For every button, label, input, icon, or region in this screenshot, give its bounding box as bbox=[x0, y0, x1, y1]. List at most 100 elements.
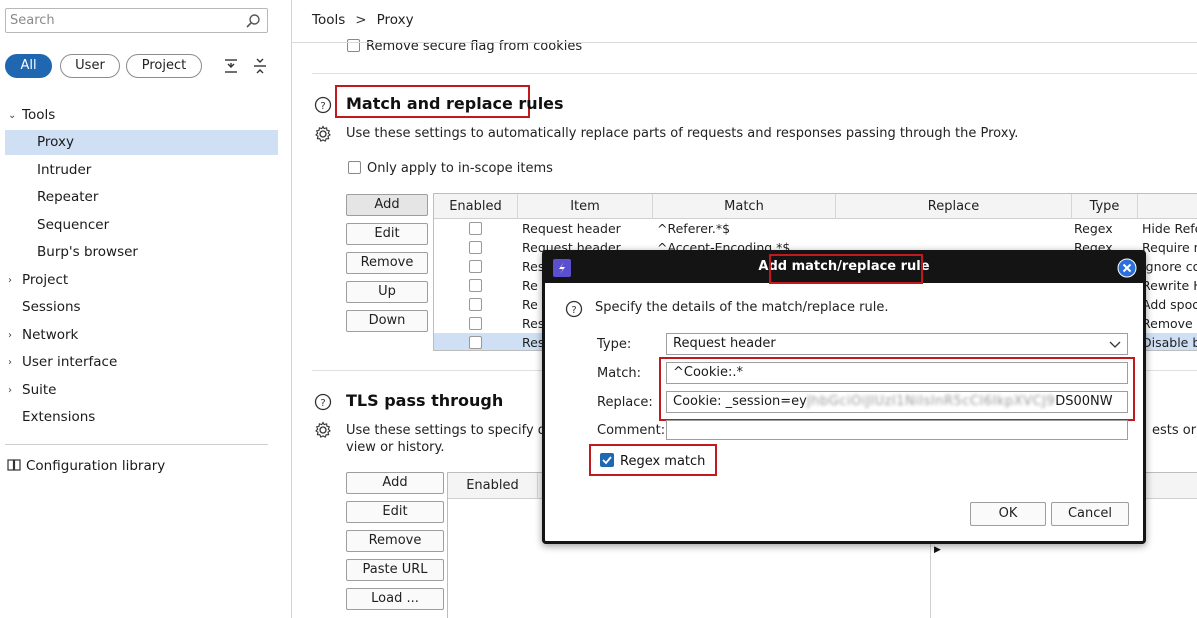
enabled-checkbox[interactable] bbox=[469, 298, 482, 311]
replace-value-suffix: DS00NW bbox=[1055, 394, 1113, 409]
tree-label: Sequencer bbox=[37, 217, 110, 233]
tree-item-extensions[interactable]: Extensions bbox=[5, 405, 278, 430]
svg-text:?: ? bbox=[571, 305, 576, 316]
breadcrumb-root[interactable]: Tools bbox=[312, 12, 345, 28]
gear-icon[interactable] bbox=[314, 125, 332, 143]
edit-rule-button[interactable]: Edit bbox=[346, 223, 428, 245]
enabled-checkbox[interactable] bbox=[469, 279, 482, 292]
tree-item-tools[interactable]: ⌄ Tools bbox=[5, 103, 278, 128]
tls-paste-url-button[interactable]: Paste URL bbox=[346, 559, 444, 581]
configuration-library-label: Configuration library bbox=[26, 458, 166, 474]
ok-button[interactable]: OK bbox=[970, 502, 1046, 526]
column-header-enabled[interactable]: Enabled bbox=[448, 473, 538, 499]
filter-project-button[interactable]: Project bbox=[126, 54, 202, 78]
chevron-down-icon bbox=[1109, 341, 1121, 348]
help-icon[interactable]: ? bbox=[565, 300, 583, 318]
tls-add-button[interactable]: Add bbox=[346, 472, 444, 494]
settings-sidebar: All User Project ⌄ Tools Proxy Intruder … bbox=[0, 0, 292, 618]
regex-match-checkbox[interactable]: Regex match bbox=[600, 453, 705, 469]
tree-item-sessions[interactable]: Sessions bbox=[5, 295, 278, 320]
enabled-checkbox[interactable] bbox=[469, 222, 482, 235]
tls-load-button[interactable]: Load ... bbox=[346, 588, 444, 610]
cell-comment: Hide Refe bbox=[1142, 221, 1197, 236]
cancel-button[interactable]: Cancel bbox=[1051, 502, 1129, 526]
cell-comment: Add spoo bbox=[1142, 297, 1197, 312]
match-value: ^Cookie:.* bbox=[673, 365, 744, 380]
filter-user-button[interactable]: User bbox=[60, 54, 120, 78]
svg-text:?: ? bbox=[320, 398, 325, 409]
tls-edit-button[interactable]: Edit bbox=[346, 501, 444, 523]
add-rule-button[interactable]: Add bbox=[346, 194, 428, 216]
tree-item-intruder[interactable]: Intruder bbox=[5, 158, 278, 183]
tree-label: Extensions bbox=[22, 409, 96, 425]
checkbox-label: Only apply to in-scope items bbox=[367, 161, 553, 176]
tree-item-project[interactable]: › Project bbox=[5, 268, 278, 293]
help-icon[interactable]: ? bbox=[314, 393, 332, 411]
table-header: Enabled Item Match Replace Type bbox=[434, 194, 1197, 219]
configuration-library-link[interactable]: Configuration library bbox=[7, 458, 165, 474]
match-label: Match: bbox=[597, 366, 642, 381]
dialog-title-highlight bbox=[769, 254, 923, 284]
tls-description-line2: view or history. bbox=[346, 440, 445, 455]
cell-comment: Disable b bbox=[1142, 335, 1197, 350]
checkbox-box[interactable] bbox=[347, 39, 360, 52]
tls-description-end: ests or n bbox=[1152, 423, 1197, 438]
chevron-right-icon: › bbox=[8, 275, 12, 286]
filter-all-button[interactable]: All bbox=[5, 54, 52, 78]
remove-rule-button[interactable]: Remove bbox=[346, 252, 428, 274]
close-icon[interactable] bbox=[1117, 258, 1137, 278]
comment-field[interactable] bbox=[666, 420, 1128, 440]
enabled-checkbox[interactable] bbox=[469, 260, 482, 273]
move-down-button[interactable]: Down bbox=[346, 310, 428, 332]
cell-item: Request header bbox=[522, 221, 621, 236]
checkbox-box[interactable] bbox=[348, 161, 361, 174]
replace-field[interactable]: Cookie: _session=eyJhbGciOiJIUzI1NiIsInR… bbox=[666, 391, 1128, 413]
checkbox-checked[interactable] bbox=[600, 453, 614, 467]
column-header-replace[interactable]: Replace bbox=[836, 194, 1072, 219]
match-field[interactable]: ^Cookie:.* bbox=[666, 362, 1128, 384]
tls-remove-button[interactable]: Remove bbox=[346, 530, 444, 552]
enabled-checkbox[interactable] bbox=[469, 336, 482, 349]
tree-item-sequencer[interactable]: Sequencer bbox=[5, 213, 278, 238]
chevron-down-icon: ⌄ bbox=[8, 110, 17, 121]
type-select[interactable]: Request header bbox=[666, 333, 1128, 355]
column-header-match[interactable]: Match bbox=[653, 194, 836, 219]
tree-item-network[interactable]: › Network bbox=[5, 323, 278, 348]
tree-label: Proxy bbox=[37, 134, 74, 150]
tree-label: Tools bbox=[22, 107, 56, 123]
tree-label: Intruder bbox=[37, 162, 92, 178]
cell-type: Regex bbox=[1074, 221, 1113, 236]
enabled-checkbox[interactable] bbox=[469, 241, 482, 254]
tree-label: Sessions bbox=[22, 299, 81, 315]
only-in-scope-checkbox[interactable]: Only apply to in-scope items bbox=[348, 161, 553, 176]
expand-all-icon[interactable] bbox=[222, 57, 240, 75]
chevron-right-icon: › bbox=[8, 357, 12, 368]
table-row[interactable]: Request header ^Referer.*$ Regex Hide Re… bbox=[434, 219, 1197, 238]
tree-label: Suite bbox=[22, 382, 57, 398]
enabled-checkbox[interactable] bbox=[469, 317, 482, 330]
breadcrumb-separator: > bbox=[355, 12, 367, 28]
type-label: Type: bbox=[597, 337, 632, 352]
tree-item-suite[interactable]: › Suite bbox=[5, 378, 278, 403]
column-header-item[interactable]: Item bbox=[518, 194, 653, 219]
search-input[interactable] bbox=[10, 11, 240, 30]
type-value: Request header bbox=[673, 336, 776, 351]
tree-label: Network bbox=[22, 327, 79, 343]
chevron-right-icon: › bbox=[8, 330, 12, 341]
search-icon[interactable] bbox=[245, 13, 261, 29]
search-field[interactable] bbox=[5, 8, 268, 33]
tree-item-repeater[interactable]: Repeater bbox=[5, 185, 278, 210]
tree-label: Repeater bbox=[37, 189, 99, 205]
tree-item-burps-browser[interactable]: Burp's browser bbox=[5, 240, 278, 265]
column-header-type[interactable]: Type bbox=[1072, 194, 1138, 219]
tree-item-user-interface[interactable]: › User interface bbox=[5, 350, 278, 375]
gear-icon[interactable] bbox=[314, 421, 332, 439]
tls-pass-through-title: TLS pass through bbox=[346, 391, 504, 410]
column-header-enabled[interactable]: Enabled bbox=[434, 194, 518, 219]
comment-label: Comment: bbox=[597, 423, 666, 438]
header-divider bbox=[292, 42, 1197, 43]
collapse-all-icon[interactable] bbox=[251, 57, 269, 75]
move-up-button[interactable]: Up bbox=[346, 281, 428, 303]
tree-item-proxy[interactable]: Proxy bbox=[5, 130, 278, 155]
help-icon[interactable]: ? bbox=[314, 96, 332, 114]
